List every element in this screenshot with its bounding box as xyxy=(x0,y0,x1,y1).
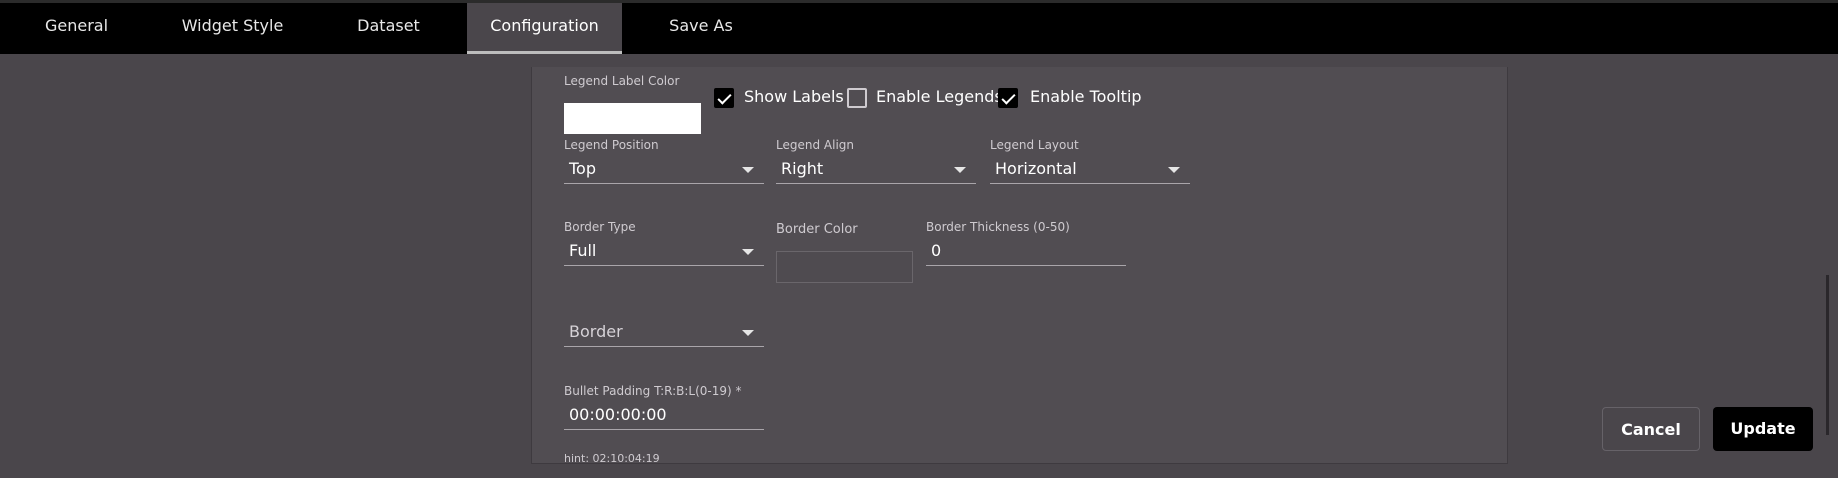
legend-label-color-label: Legend Label Color xyxy=(564,74,680,88)
show-labels-checkbox[interactable] xyxy=(714,88,734,108)
legend-layout-select[interactable]: Horizontal xyxy=(990,157,1190,184)
enable-tooltip-label: Enable Tooltip xyxy=(1030,87,1142,106)
configuration-panel: Legend Label Color Show Labels Enable Le… xyxy=(531,67,1508,465)
border-thickness-input[interactable]: 0 xyxy=(926,239,1126,266)
scrollbar[interactable] xyxy=(1826,275,1829,435)
chevron-down-icon xyxy=(954,167,966,173)
legend-label-color-swatch[interactable] xyxy=(564,103,701,134)
tab-save-as[interactable]: Save As xyxy=(662,3,740,54)
bullet-padding-hint: hint: 02:10:04:19 xyxy=(564,452,660,465)
border-color-label: Border Color xyxy=(776,222,858,237)
bullet-padding-input[interactable]: 00:00:00:00 xyxy=(564,403,764,430)
legend-layout-value: Horizontal xyxy=(995,159,1077,178)
tab-dataset[interactable]: Dataset xyxy=(340,3,437,54)
cancel-button[interactable]: Cancel xyxy=(1602,407,1700,451)
border-select[interactable]: Border xyxy=(564,320,764,347)
border-type-select[interactable]: Full xyxy=(564,239,764,266)
bullet-padding-value: 00:00:00:00 xyxy=(569,405,667,424)
legend-position-select[interactable]: Top xyxy=(564,157,764,184)
bullet-padding-label: Bullet Padding T:R:B:L(0-19) * xyxy=(564,384,742,398)
legend-align-select[interactable]: Right xyxy=(776,157,976,184)
enable-legends-checkbox[interactable] xyxy=(847,88,867,108)
enable-tooltip-checkbox[interactable] xyxy=(998,88,1018,108)
border-type-value: Full xyxy=(569,241,597,260)
tab-widget-style[interactable]: Widget Style xyxy=(165,3,300,54)
enable-legends-label: Enable Legends xyxy=(876,87,1003,106)
border-thickness-value: 0 xyxy=(931,241,942,260)
show-labels-label: Show Labels xyxy=(744,87,844,106)
legend-position-value: Top xyxy=(569,159,596,178)
legend-position-label: Legend Position xyxy=(564,138,659,152)
border-color-picker[interactable] xyxy=(776,251,913,283)
chevron-down-icon xyxy=(742,167,754,173)
border-type-label: Border Type xyxy=(564,220,636,234)
legend-align-value: Right xyxy=(781,159,824,178)
update-button[interactable]: Update xyxy=(1713,407,1813,451)
chevron-down-icon xyxy=(1168,167,1180,173)
tab-general[interactable]: General xyxy=(28,3,125,54)
legend-layout-label: Legend Layout xyxy=(990,138,1079,152)
tab-configuration[interactable]: Configuration xyxy=(467,3,622,54)
chevron-down-icon xyxy=(742,249,754,255)
border-thickness-label: Border Thickness (0-50) xyxy=(926,220,1070,234)
legend-align-label: Legend Align xyxy=(776,138,854,152)
tab-bar: General Widget Style Dataset Configurati… xyxy=(0,0,1838,54)
chevron-down-icon xyxy=(742,330,754,336)
border-select-placeholder: Border xyxy=(569,322,623,341)
